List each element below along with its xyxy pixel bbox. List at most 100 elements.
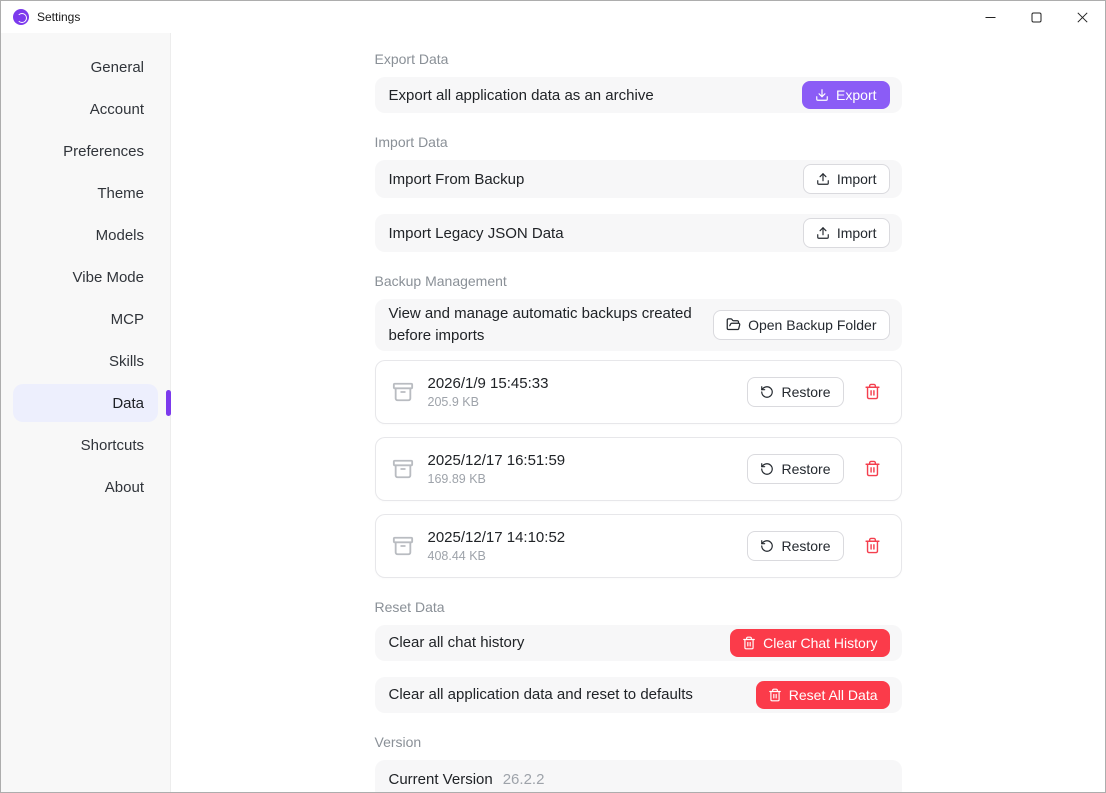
restore-button[interactable]: Restore [747,453,844,484]
rotate-ccw-icon [761,385,774,398]
backup-description-row: View and manage automatic backups create… [374,299,902,351]
backup-management-section: Backup Management View and manage automa… [374,271,902,578]
backup-date: 2025/12/17 14:10:52 [427,528,566,546]
rotate-ccw-icon [761,539,774,552]
sidebar-item-skills[interactable]: Skills [13,342,158,380]
version-row: Current Version 26.2.2 [374,759,902,792]
reset-all-label: Clear all application data and reset to … [388,686,693,703]
backup-management-heading: Backup Management [374,273,507,289]
import-data-heading: Import Data [374,134,448,150]
open-backup-folder-label: Open Backup Folder [748,316,877,333]
sidebar-item-preferences[interactable]: Preferences [13,132,158,170]
titlebar-left: Settings [1,9,967,25]
reset-all-row: Clear all application data and reset to … [374,676,902,713]
maximize-icon [1031,12,1041,22]
restore-button-label: Restore [781,460,831,477]
import-legacy-label: Import Legacy JSON Data [388,224,564,242]
restore-button[interactable]: Restore [747,530,844,561]
settings-window: Settings General Account Preferences The… [0,0,1106,793]
backup-item-row: 2025/12/17 14:10:52 408.44 KB Restore [374,513,902,578]
sidebar-item-models[interactable]: Models [13,216,158,254]
trash-icon [864,383,880,400]
export-data-section: Export Data Export all application data … [374,49,902,113]
close-icon [1076,11,1088,23]
rotate-ccw-icon [761,462,774,475]
sidebar-item-label: Data [112,394,144,412]
delete-backup-button[interactable] [860,379,885,404]
backup-item-info: 2025/12/17 14:10:52 408.44 KB [428,529,748,563]
maximize-button[interactable] [1013,1,1059,33]
backup-description: View and manage automatic backups create… [388,305,692,344]
restore-button-label: Restore [781,537,831,554]
export-button[interactable]: Export [802,81,890,109]
trash-icon [743,636,755,649]
download-icon [816,89,828,101]
backup-item-row: 2025/12/17 16:51:59 169.89 KB Restore [374,436,902,501]
import-legacy-button[interactable]: Import [802,218,890,248]
import-backup-button[interactable]: Import [802,164,890,194]
trash-icon [864,537,880,554]
import-legacy-button-label: Import [836,225,877,241]
import-backup-label: Import From Backup [388,170,525,188]
window-controls [967,1,1105,33]
import-backup-row: Import From Backup Import [374,160,902,198]
folder-open-icon [726,318,741,331]
backup-date: 2026/1/9 15:45:33 [427,374,549,392]
trash-icon [864,460,880,477]
backup-size: 169.89 KB [427,471,486,486]
settings-sidebar: General Account Preferences Theme Models… [1,33,171,792]
export-button-label: Export [836,87,877,103]
sidebar-item-about[interactable]: About [13,468,158,506]
open-backup-folder-button[interactable]: Open Backup Folder [713,309,890,340]
clear-chat-row: Clear all chat history Clear Chat Histor… [374,624,902,661]
import-legacy-row: Import Legacy JSON Data Import [374,214,902,252]
archive-icon [392,535,414,557]
restore-button[interactable]: Restore [747,376,844,407]
titlebar: Settings [1,1,1105,33]
backup-item-info: 2025/12/17 16:51:59 169.89 KB [428,452,748,486]
minimize-button[interactable] [967,1,1013,33]
restore-button-label: Restore [781,383,831,400]
reset-all-data-button[interactable]: Reset All Data [755,680,890,709]
backup-item-info: 2026/1/9 15:45:33 205.9 KB [428,375,748,409]
current-version-label: Current Version [388,771,493,788]
export-row: Export all application data as an archiv… [374,77,902,113]
close-button[interactable] [1059,1,1105,33]
trash-icon [768,688,781,701]
upload-icon [816,173,829,185]
sidebar-item-shortcuts[interactable]: Shortcuts [13,426,158,464]
sidebar-item-vibe-mode[interactable]: Vibe Mode [13,258,158,296]
sidebar-item-mcp[interactable]: MCP [13,300,158,338]
sidebar-item-data[interactable]: Data [13,384,171,422]
backup-size: 408.44 KB [427,548,486,563]
sidebar-item-theme[interactable]: Theme [13,174,158,212]
delete-backup-button[interactable] [860,533,885,558]
export-row-label: Export all application data as an archiv… [388,86,654,104]
clear-chat-history-button[interactable]: Clear Chat History [730,628,890,657]
app-icon [13,9,29,25]
backup-size: 205.9 KB [427,394,479,409]
backup-date: 2025/12/17 16:51:59 [427,451,566,469]
window-title: Settings [37,10,81,24]
version-heading: Version [374,733,422,750]
backup-item-row: 2026/1/9 15:45:33 205.9 KB Restore [374,359,902,424]
reset-all-data-label: Reset All Data [788,686,878,703]
archive-icon [392,458,414,480]
sidebar-item-account[interactable]: Account [13,90,158,128]
reset-data-section: Reset Data Clear all chat history Clear … [374,597,902,713]
selected-accent-bar [166,390,171,416]
upload-icon [816,227,829,239]
import-backup-button-label: Import [836,171,877,187]
version-section: Version Current Version 26.2.2 [374,732,902,792]
data-settings-panel: Export Data Export all application data … [171,33,1105,792]
export-data-heading: Export Data [374,51,449,67]
reset-data-heading: Reset Data [374,598,445,615]
import-data-section: Import Data Import From Backup Import Im… [374,132,902,252]
archive-icon [392,381,414,403]
sidebar-item-general[interactable]: General [13,48,158,86]
clear-chat-history-label: Clear Chat History [763,634,878,651]
delete-backup-button[interactable] [860,456,885,481]
minimize-icon [985,16,995,18]
current-version-value: 26.2.2 [502,771,545,788]
clear-chat-label: Clear all chat history [388,634,525,651]
